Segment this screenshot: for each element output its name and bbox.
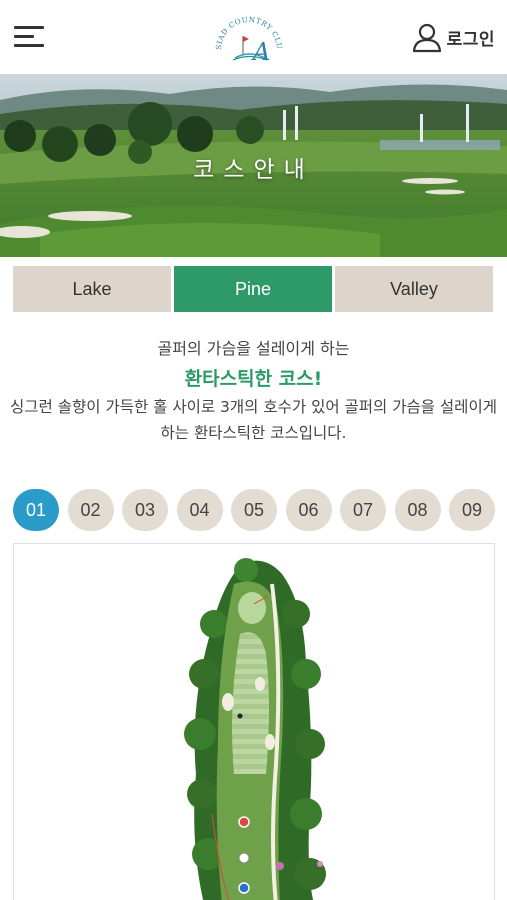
hole-map <box>13 543 495 900</box>
hole-button-02[interactable]: 02 <box>67 489 114 531</box>
hole-button-07[interactable]: 07 <box>340 489 386 531</box>
hole-button-05[interactable]: 05 <box>231 489 277 531</box>
hole-button-09[interactable]: 09 <box>449 489 495 531</box>
hero-banner: 코스안내 <box>0 74 507 257</box>
tab-pine[interactable]: Pine <box>174 266 332 312</box>
hole-selector: 01 02 03 04 05 06 07 08 09 <box>13 489 495 531</box>
tab-lake[interactable]: Lake <box>13 266 171 312</box>
hero-title: 코스안내 <box>193 157 314 183</box>
hole-button-06[interactable]: 06 <box>285 489 332 531</box>
header: ASIAD COUNTRY CLUB A 로그인 <box>0 0 507 74</box>
logo-letter: A <box>251 38 270 66</box>
course-intro: 골퍼의 가슴을 설레이게 하는 환타스틱한 코스! 싱그런 솔향이 가득한 홀 … <box>0 336 507 446</box>
intro-subtitle: 골퍼의 가슴을 설레이게 하는 <box>157 339 350 358</box>
intro-title: 환타스틱한 코스! <box>184 368 323 390</box>
svg-text:ASIAD COUNTRY CLUB: ASIAD COUNTRY CLUB <box>211 10 284 50</box>
user-icon <box>412 23 441 53</box>
hamburger-menu-icon[interactable] <box>14 24 44 50</box>
hole-button-01[interactable]: 01 <box>13 489 59 531</box>
login-button[interactable]: 로그인 <box>411 20 495 54</box>
hole-button-03[interactable]: 03 <box>122 489 168 531</box>
hole-layout-image <box>184 558 326 900</box>
hole-button-08[interactable]: 08 <box>394 489 441 531</box>
intro-description: 싱그런 솔향이 가득한 홀 사이로 3개의 호수가 있어 골퍼의 가슴을 설레이… <box>10 398 497 442</box>
hole-button-04[interactable]: 04 <box>176 489 223 531</box>
course-tabs: Lake Pine Valley <box>13 266 493 312</box>
tab-valley[interactable]: Valley <box>335 266 493 312</box>
logo[interactable]: ASIAD COUNTRY CLUB A <box>207 3 287 68</box>
logo-text: ASIAD COUNTRY CLUB <box>207 3 283 50</box>
login-label: 로그인 <box>446 29 495 50</box>
